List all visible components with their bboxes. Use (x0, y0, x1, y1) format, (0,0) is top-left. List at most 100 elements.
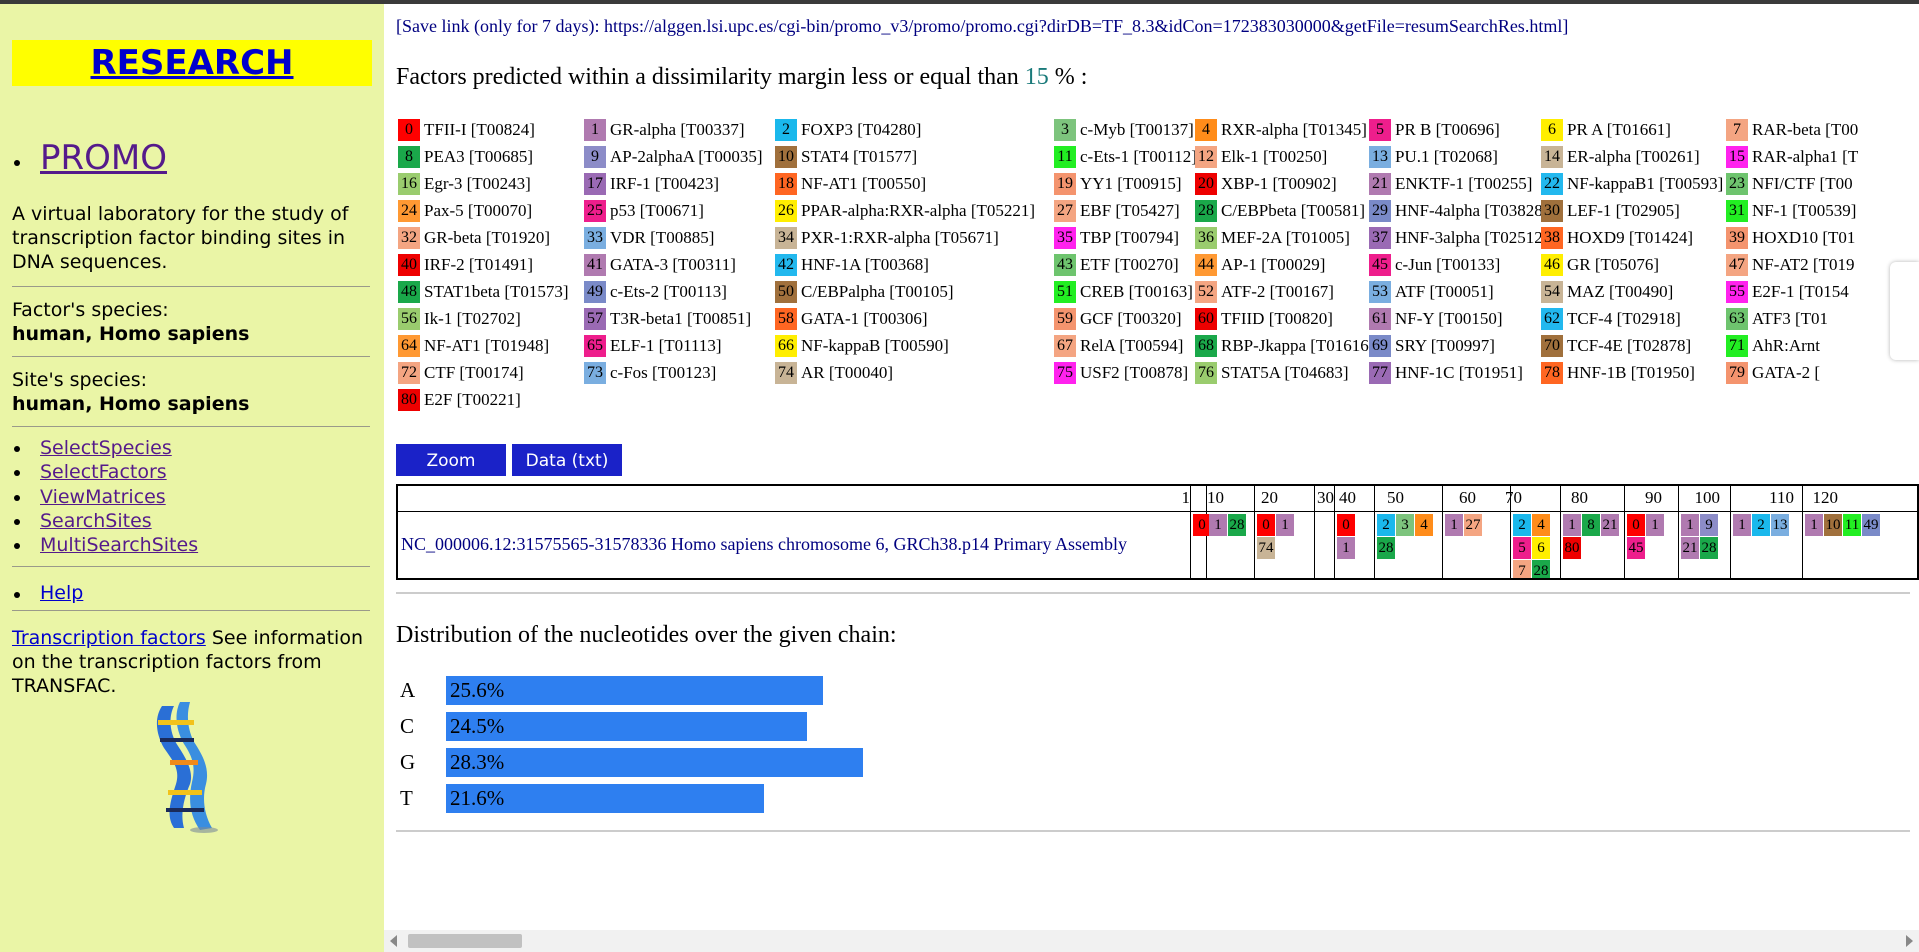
factor-label: GATA-1 [T00306] (801, 309, 928, 328)
site-factor-marker[interactable]: 10 (1824, 514, 1842, 536)
site-factor-marker[interactable]: 1 (1805, 514, 1823, 536)
site-factor-marker[interactable]: 49 (1862, 514, 1880, 536)
site-factor-marker[interactable]: 21 (1681, 537, 1699, 559)
site-factor-marker[interactable]: 2 (1377, 514, 1395, 536)
select-species-link[interactable]: SelectSpecies (40, 437, 172, 459)
site-factor-marker[interactable]: 28 (1228, 514, 1246, 536)
factor-color-swatch: 48 (398, 281, 420, 303)
factor-color-swatch: 15 (1726, 146, 1748, 168)
site-factor-marker[interactable]: 1 (1646, 514, 1664, 536)
site-factor-marker[interactable]: 1 (1681, 514, 1699, 536)
scroll-left-icon[interactable] (390, 935, 397, 947)
factor-color-swatch: 57 (584, 308, 606, 330)
factor-color-swatch: 11 (1054, 146, 1076, 168)
site-factor-marker[interactable]: 80 (1563, 537, 1581, 559)
factor-label: AP-1 [T00029] (1221, 255, 1326, 274)
factor-label: ATF3 [T01 (1752, 309, 1829, 328)
sequence-name-link[interactable]: NC_000006.12:31575565-31578336 Homo sapi… (401, 534, 1127, 555)
site-factor-marker[interactable]: 28 (1532, 560, 1550, 578)
promo-link[interactable]: PROMO (40, 138, 167, 178)
factor-color-swatch: 53 (1369, 281, 1391, 303)
site-factor-marker[interactable]: 11 (1843, 514, 1861, 536)
site-factor-marker[interactable]: 21 (1601, 514, 1619, 536)
site-factor-marker[interactable]: 1 (1337, 537, 1355, 559)
site-factor-marker[interactable]: 0 (1627, 514, 1645, 536)
transcription-factors-link[interactable]: Transcription factors (12, 627, 206, 649)
factor-color-swatch: 3 (1054, 119, 1076, 141)
site-factor-marker[interactable]: 4 (1415, 514, 1433, 536)
factor-color-swatch: 41 (584, 254, 606, 276)
factor-color-swatch: 58 (775, 308, 797, 330)
data-txt-button[interactable]: Data (txt) (512, 444, 622, 476)
link-item: MultiSearchSites (14, 533, 198, 557)
factor-legend-item: 69 SRY [T00997] (1369, 335, 1495, 357)
factor-label: XBP-1 [T00902] (1221, 174, 1337, 193)
save-link[interactable]: [Save link (only for 7 days): https://al… (396, 16, 1568, 37)
factor-label: HNF-4alpha [T03828] (1395, 201, 1549, 220)
site-factor-marker[interactable]: 2 (1513, 514, 1531, 536)
site-factor-marker[interactable]: 2 (1752, 514, 1770, 536)
factor-legend-item: 19 YY1 [T00915] (1054, 173, 1182, 195)
site-factor-marker[interactable]: 45 (1627, 537, 1645, 559)
factor-label: GR-beta [T01920] (424, 228, 551, 247)
select-factors-link[interactable]: SelectFactors (40, 461, 167, 483)
factor-color-swatch: 35 (1054, 227, 1076, 249)
factor-color-swatch: 69 (1369, 335, 1391, 357)
factor-label: TCF-4 [T02918] (1567, 309, 1681, 328)
factor-legend-item: 48 STAT1beta [T01573] (398, 281, 569, 303)
column-divider (1624, 486, 1625, 578)
factor-label: MAZ [T00490] (1567, 282, 1674, 301)
factor-label: RelA [T00594] (1080, 336, 1184, 355)
site-factor-marker[interactable]: 1 (1276, 514, 1294, 536)
link-item: SearchSites (14, 509, 198, 533)
factor-legend-item: 6 PR A [T01661] (1541, 119, 1671, 141)
divider (12, 286, 370, 287)
site-factor-marker[interactable]: 5 (1513, 537, 1531, 559)
factor-legend-item: 43 ETF [T00270] (1054, 254, 1179, 276)
zoom-button[interactable]: Zoom (396, 444, 506, 476)
factor-color-swatch: 33 (584, 227, 606, 249)
factor-label: STAT5A [T04683] (1221, 363, 1349, 382)
site-factor-marker[interactable]: 27 (1464, 514, 1482, 536)
search-sites-link[interactable]: SearchSites (40, 510, 152, 532)
site-factor-marker[interactable]: 28 (1700, 537, 1718, 559)
factor-color-swatch: 32 (398, 227, 420, 249)
site-factor-marker[interactable]: 9 (1700, 514, 1718, 536)
position-tick: 90 (1645, 488, 1662, 507)
site-factor-marker[interactable]: 1 (1563, 514, 1581, 536)
view-matrices-link[interactable]: ViewMatrices (40, 486, 166, 508)
factor-legend-item: 41 GATA-3 [T00311] (584, 254, 736, 276)
multi-search-sites-link[interactable]: MultiSearchSites (40, 534, 198, 556)
factor-legend-item: 45 c-Jun [T00133] (1369, 254, 1500, 276)
help-link[interactable]: Help (40, 582, 83, 604)
factor-color-swatch: 27 (1054, 200, 1076, 222)
site-factor-marker[interactable]: 6 (1532, 537, 1550, 559)
column-divider (1560, 486, 1561, 578)
site-description: A virtual laboratory for the study of tr… (12, 203, 349, 273)
factor-color-swatch: 1 (584, 119, 606, 141)
factor-legend-item: 5 PR B [T00696] (1369, 119, 1500, 141)
site-factor-marker[interactable]: 0 (1337, 514, 1355, 536)
site-factor-marker[interactable]: 13 (1771, 514, 1789, 536)
site-factor-marker[interactable]: 4 (1532, 514, 1550, 536)
site-factor-marker[interactable]: 0 (1257, 514, 1275, 536)
side-panel-toggle[interactable] (1890, 262, 1919, 360)
site-factor-marker[interactable]: 28 (1377, 537, 1395, 559)
scroll-right-icon[interactable] (1906, 935, 1913, 947)
scrollbar-thumb[interactable] (408, 934, 522, 948)
site-factor-marker[interactable]: 3 (1396, 514, 1414, 536)
sidebar: RESEARCH PROMO A virtual laboratory for … (0, 4, 384, 952)
site-factor-marker[interactable]: 1 (1445, 514, 1463, 536)
site-factor-marker[interactable]: 1 (1209, 514, 1227, 536)
research-link[interactable]: RESEARCH (90, 43, 293, 83)
site-factor-marker[interactable]: 7 (1513, 560, 1531, 578)
factor-legend-item: 60 TFIID [T00820] (1195, 308, 1333, 330)
site-factor-marker[interactable]: 8 (1582, 514, 1600, 536)
divider (12, 610, 370, 611)
factor-label: NF-kappaB [T00590] (801, 336, 949, 355)
factor-legend-item: 33 VDR [T00885] (584, 227, 714, 249)
site-factor-marker[interactable]: 1 (1733, 514, 1751, 536)
site-factor-marker[interactable]: 74 (1257, 537, 1275, 559)
horizontal-scrollbar[interactable] (384, 930, 1919, 952)
page-heading: Factors predicted within a dissimilarity… (396, 64, 1087, 91)
